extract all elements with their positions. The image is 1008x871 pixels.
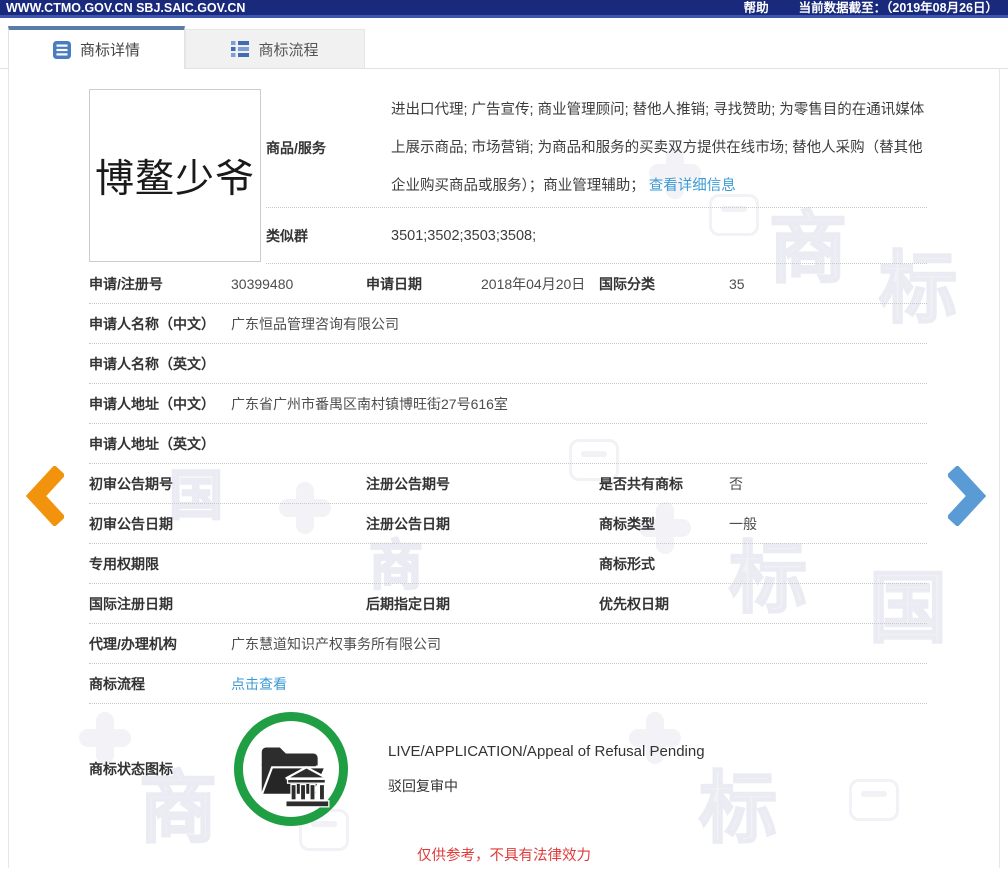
disclaimer-text: 仅供参考，不具有法律效力 <box>417 848 591 864</box>
field-label-agency: 代理/办理机构 <box>89 635 177 652</box>
field-value-goods-services: 进出口代理; 广告宣传; 商业管理顾问; 替他人推销; 寻找赞助; 为零售目的在… <box>391 102 925 194</box>
field-value-similar-group: 3501;3502;3503;3508; <box>391 227 537 244</box>
field-label-shared-trademark: 是否共有商标 <box>599 475 683 492</box>
table-row: 专用权期限 商标形式 <box>89 544 927 584</box>
tab-label: 商标详情 <box>79 42 140 59</box>
field-label-trademark-flow: 商标流程 <box>89 675 145 692</box>
topbar: WWW.CTMO.GOV.CN SBJ.SAIC.GOV.CN 帮助 当前数据截… <box>0 0 1008 18</box>
tab-label: 商标流程 <box>258 41 319 59</box>
status-text-english: LIVE/APPLICATION/Appeal of Refusal Pendi… <box>388 742 705 760</box>
table-row: 申请人地址（中文） 广东省广州市番禺区南村镇博旺街27号616室 <box>89 384 927 424</box>
tab-trademark-flow[interactable]: 商标流程 <box>185 29 365 68</box>
trademark-image: 博鳌少爷 <box>89 89 261 262</box>
data-cutoff-date: 当前数据截至：（2019年08月26日） <box>798 0 998 15</box>
list-icon <box>231 40 250 58</box>
status-folder-bank-icon <box>234 712 348 826</box>
field-label-similar-group: 类似群 <box>266 227 308 244</box>
next-arrow-button[interactable] <box>946 464 988 528</box>
field-label-international-registration-date: 国际注册日期 <box>89 595 173 612</box>
table-row: 申请人名称（中文） 广东恒品管理咨询有限公司 <box>89 304 927 344</box>
table-row: 申请/注册号 30399480 申请日期 2018年04月20日 国际分类 35 <box>89 264 927 304</box>
field-label-preliminary-gazette-date: 初审公告日期 <box>89 515 173 532</box>
site-url: WWW.CTMO.GOV.CN SBJ.SAIC.GOV.CN <box>6 0 246 15</box>
field-label-applicant-address-cn: 申请人地址（中文） <box>89 395 215 412</box>
field-label-application-number: 申请/注册号 <box>89 275 163 292</box>
click-to-view-link[interactable]: 点击查看 <box>231 676 287 692</box>
detail-rows: 申请/注册号 30399480 申请日期 2018年04月20日 国际分类 35… <box>89 264 927 834</box>
field-label-goods-services: 商品/服务 <box>266 140 326 156</box>
tab-bar: 商标详情 商标流程 <box>0 18 1008 69</box>
field-label-later-designation-date: 后期指定日期 <box>366 595 450 612</box>
field-value-applicant-name-cn: 广东恒品管理咨询有限公司 <box>231 315 399 332</box>
status-text-chinese: 驳回复审中 <box>388 777 458 794</box>
table-row: 代理/办理机构 广东慧道知识产权事务所有限公司 <box>89 624 927 664</box>
page: WWW.CTMO.GOV.CN SBJ.SAIC.GOV.CN 帮助 当前数据截… <box>0 0 1008 871</box>
trademark-name: 博鳌少爷 <box>94 156 255 202</box>
previous-arrow-button[interactable] <box>24 464 66 528</box>
table-row: 申请人地址（英文） <box>89 424 927 464</box>
trademark-status-row: 商标状态图标 LIVE/APPLICATION/Appeal of Refusa… <box>89 704 927 834</box>
field-label-preliminary-gazette-number: 初审公告期号 <box>89 475 173 492</box>
field-label-exclusive-right-period: 专用权期限 <box>89 555 159 572</box>
tab-trademark-detail[interactable]: 商标详情 <box>8 26 185 69</box>
view-details-link[interactable]: 查看详细信息 <box>649 178 736 194</box>
field-label-trademark-form: 商标形式 <box>599 555 655 572</box>
field-value-application-number: 30399480 <box>231 275 294 292</box>
field-label-status-icon: 商标状态图标 <box>89 761 173 777</box>
field-label-registration-gazette-number: 注册公告期号 <box>366 475 450 492</box>
field-label-priority-date: 优先权日期 <box>599 595 669 612</box>
table-row: 商标流程 点击查看 <box>89 664 927 704</box>
field-label-trademark-type: 商标类型 <box>599 515 655 532</box>
help-link[interactable]: 帮助 <box>744 0 769 17</box>
field-value-trademark-type: 一般 <box>729 515 757 532</box>
field-label-applicant-name-cn: 申请人名称（中文） <box>89 315 215 332</box>
trademark-summary-section: 博鳌少爷 商品/服务 进出口代理; 广告宣传; 商业管理顾问; 替他人推销; 寻… <box>9 69 999 264</box>
field-value-shared-trademark: 否 <box>729 475 743 492</box>
field-value-applicant-address-cn: 广东省广州市番禺区南村镇博旺街27号616室 <box>231 395 508 412</box>
table-row: 初审公告日期 注册公告日期 商标类型 一般 <box>89 504 927 544</box>
field-value-application-date: 2018年04月20日 <box>481 275 586 292</box>
table-row: 初审公告期号 注册公告期号 是否共有商标 否 <box>89 464 927 504</box>
field-value-agency: 广东慧道知识产权事务所有限公司 <box>231 635 441 652</box>
field-label-registration-gazette-date: 注册公告日期 <box>366 515 450 532</box>
field-label-applicant-name-en: 申请人名称（英文） <box>89 355 215 372</box>
table-row: 申请人名称（英文） <box>89 344 927 384</box>
field-label-applicant-address-en: 申请人地址（英文） <box>89 435 215 452</box>
table-row: 国际注册日期 后期指定日期 优先权日期 <box>89 584 927 624</box>
field-label-application-date: 申请日期 <box>366 275 422 292</box>
document-lines-icon <box>52 40 71 59</box>
trademark-detail-panel: 商 标 国 商 标 国 商 标 博鳌少爷 商品/服务 进出口代理; 广告宣传; … <box>8 69 1000 868</box>
field-label-international-class: 国际分类 <box>599 275 655 292</box>
field-value-international-class: 35 <box>729 275 745 292</box>
